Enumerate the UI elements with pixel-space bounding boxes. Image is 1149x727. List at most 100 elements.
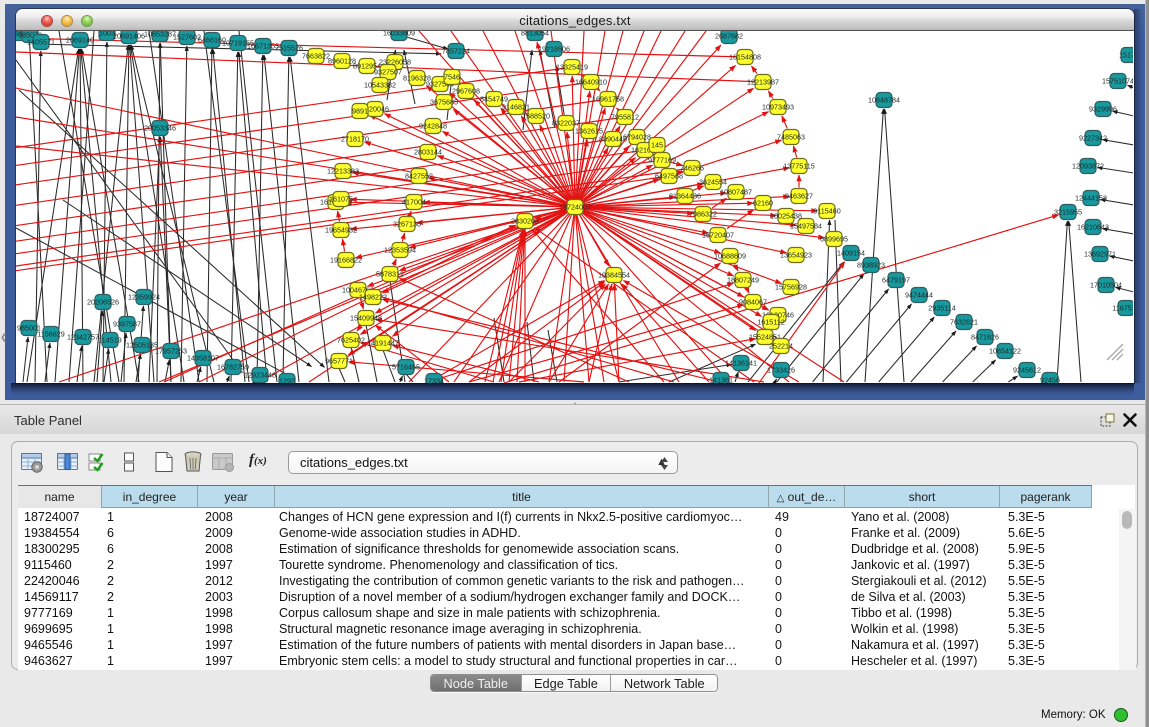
svg-text:9329996: 9329996 (1089, 105, 1117, 114)
svg-text:10653287: 10653287 (144, 31, 176, 39)
svg-text:2069140: 2069140 (66, 36, 94, 45)
svg-text:2967608: 2967608 (452, 87, 480, 96)
svg-text:21364436: 21364436 (669, 192, 701, 201)
svg-text:417004: 417004 (402, 198, 426, 207)
svg-text:12093872: 12093872 (1072, 162, 1104, 171)
svg-text:19166822: 19166822 (330, 256, 362, 265)
svg-text:7485063: 7485063 (777, 133, 805, 142)
svg-text:16961758: 16961758 (592, 95, 624, 104)
svg-text:9657771: 9657771 (325, 357, 353, 366)
svg-text:145: 145 (651, 141, 663, 150)
svg-text:1409154: 1409154 (837, 249, 865, 258)
svg-text:5716465: 5716465 (392, 363, 420, 372)
svg-text:141361: 141361 (709, 376, 733, 384)
svg-text:9327507: 9327507 (374, 68, 402, 77)
svg-text:15756928: 15756928 (775, 283, 807, 292)
svg-text:10025438: 10025438 (770, 212, 802, 221)
svg-text:9115460: 9115460 (813, 207, 840, 216)
svg-text:3624554: 3624554 (699, 178, 727, 187)
svg-text:12359924: 12359924 (128, 293, 160, 302)
svg-text:16033809: 16033809 (383, 31, 415, 38)
svg-text:20053346: 20053346 (144, 124, 176, 133)
svg-text:3215955: 3215955 (1054, 208, 1082, 217)
svg-text:12213987: 12213987 (747, 78, 779, 87)
svg-text:13654923: 13654923 (780, 251, 812, 260)
svg-text:7625402: 7625402 (337, 336, 365, 345)
svg-text:6479197: 6479197 (882, 276, 910, 285)
svg-text:1733426: 1733426 (767, 366, 795, 375)
svg-text:2803144: 2803144 (414, 148, 442, 157)
svg-text:15497584: 15497584 (790, 222, 822, 231)
svg-text:7515526: 7515526 (275, 44, 303, 53)
svg-text:7857224: 7857224 (442, 47, 470, 56)
svg-text:13325419: 13325419 (556, 63, 588, 72)
svg-text:7663822: 7663822 (302, 52, 330, 61)
svg-text:7986322: 7986322 (689, 210, 717, 219)
svg-text:9777169: 9777169 (648, 156, 676, 165)
svg-text:10973493: 10973493 (762, 103, 794, 112)
svg-text:19384554: 19384554 (598, 271, 630, 280)
svg-text:2935114: 2935114 (928, 304, 955, 313)
svg-text:8960128: 8960128 (328, 57, 356, 66)
svg-text:1588520: 1588520 (522, 112, 550, 121)
svg-text:14958107: 14958107 (187, 354, 219, 363)
svg-text:8471626: 8471626 (971, 333, 999, 342)
svg-text:17010504: 17010504 (1090, 281, 1122, 290)
svg-text:19218506: 19218506 (538, 45, 570, 54)
svg-text:15409948: 15409948 (350, 314, 382, 323)
svg-text:9463627: 9463627 (785, 192, 813, 201)
svg-text:13775115: 13775115 (783, 162, 814, 171)
svg-text:20206526: 20206526 (87, 298, 119, 307)
svg-text:16210643: 16210643 (1077, 223, 1109, 232)
svg-text:15175: 15175 (1119, 51, 1133, 60)
svg-text:9084067: 9084067 (739, 298, 767, 307)
svg-text:12342757: 12342757 (67, 333, 99, 342)
svg-text:18724007: 18724007 (559, 203, 591, 212)
svg-text:9245612: 9245612 (1013, 366, 1041, 375)
svg-text:7632621: 7632621 (950, 318, 978, 327)
svg-text:10688609: 10688609 (714, 252, 746, 261)
svg-text:12444158: 12444158 (1075, 194, 1107, 203)
svg-text:12505135: 12505135 (126, 341, 158, 350)
svg-text:7955812: 7955812 (611, 113, 639, 122)
svg-text:6794028: 6794028 (623, 133, 651, 142)
svg-text:3267130: 3267130 (393, 220, 421, 229)
svg-text:161075: 161075 (329, 195, 353, 204)
svg-text:9474444: 9474444 (905, 291, 933, 300)
svg-text:1527602: 1527602 (173, 33, 201, 42)
svg-text:16640910: 16640910 (575, 78, 607, 87)
svg-text:10648784: 10648784 (868, 96, 900, 105)
svg-text:20691406: 20691406 (113, 32, 145, 41)
svg-text:2830203: 2830203 (511, 217, 539, 226)
svg-text:6497568: 6497568 (655, 172, 683, 181)
svg-text:8938923: 8938923 (857, 261, 885, 270)
svg-text:1615112: 1615112 (757, 318, 784, 327)
svg-text:18807249: 18807249 (727, 276, 759, 285)
svg-text:9227342: 9227342 (1079, 134, 1107, 143)
svg-text:12923448: 12923448 (244, 371, 276, 380)
svg-text:9397587: 9397587 (113, 320, 141, 329)
svg-text:2718170: 2718170 (341, 135, 369, 144)
svg-text:3675685: 3675685 (430, 98, 458, 107)
svg-text:62160: 62160 (753, 199, 773, 208)
svg-text:8813054: 8813054 (521, 31, 549, 38)
svg-text:1405571: 1405571 (27, 38, 55, 47)
svg-text:9242848: 9242848 (419, 122, 447, 131)
svg-text:15751074: 15751074 (1102, 77, 1133, 86)
svg-text:10807487: 10807487 (720, 188, 752, 197)
svg-text:1167534: 1167534 (1112, 304, 1133, 313)
svg-text:17957253: 17957253 (155, 347, 187, 356)
svg-text:1156829: 1156829 (37, 330, 64, 339)
svg-text:16154808: 16154808 (729, 53, 761, 62)
svg-text:12213383: 12213383 (327, 167, 359, 176)
svg-text:9146821: 9146821 (502, 103, 530, 112)
svg-text:10543382: 10543382 (364, 81, 396, 90)
svg-text:6899695: 6899695 (820, 235, 848, 244)
svg-text:14136141: 14136141 (725, 359, 757, 368)
svg-text:9891: 9891 (352, 107, 368, 116)
svg-text:13692971: 13692971 (1084, 250, 1116, 259)
svg-text:746266: 746266 (680, 164, 704, 173)
svg-text:1498222: 1498222 (359, 293, 387, 302)
svg-text:5878312: 5878312 (376, 270, 404, 279)
svg-text:12353594: 12353594 (384, 246, 416, 255)
